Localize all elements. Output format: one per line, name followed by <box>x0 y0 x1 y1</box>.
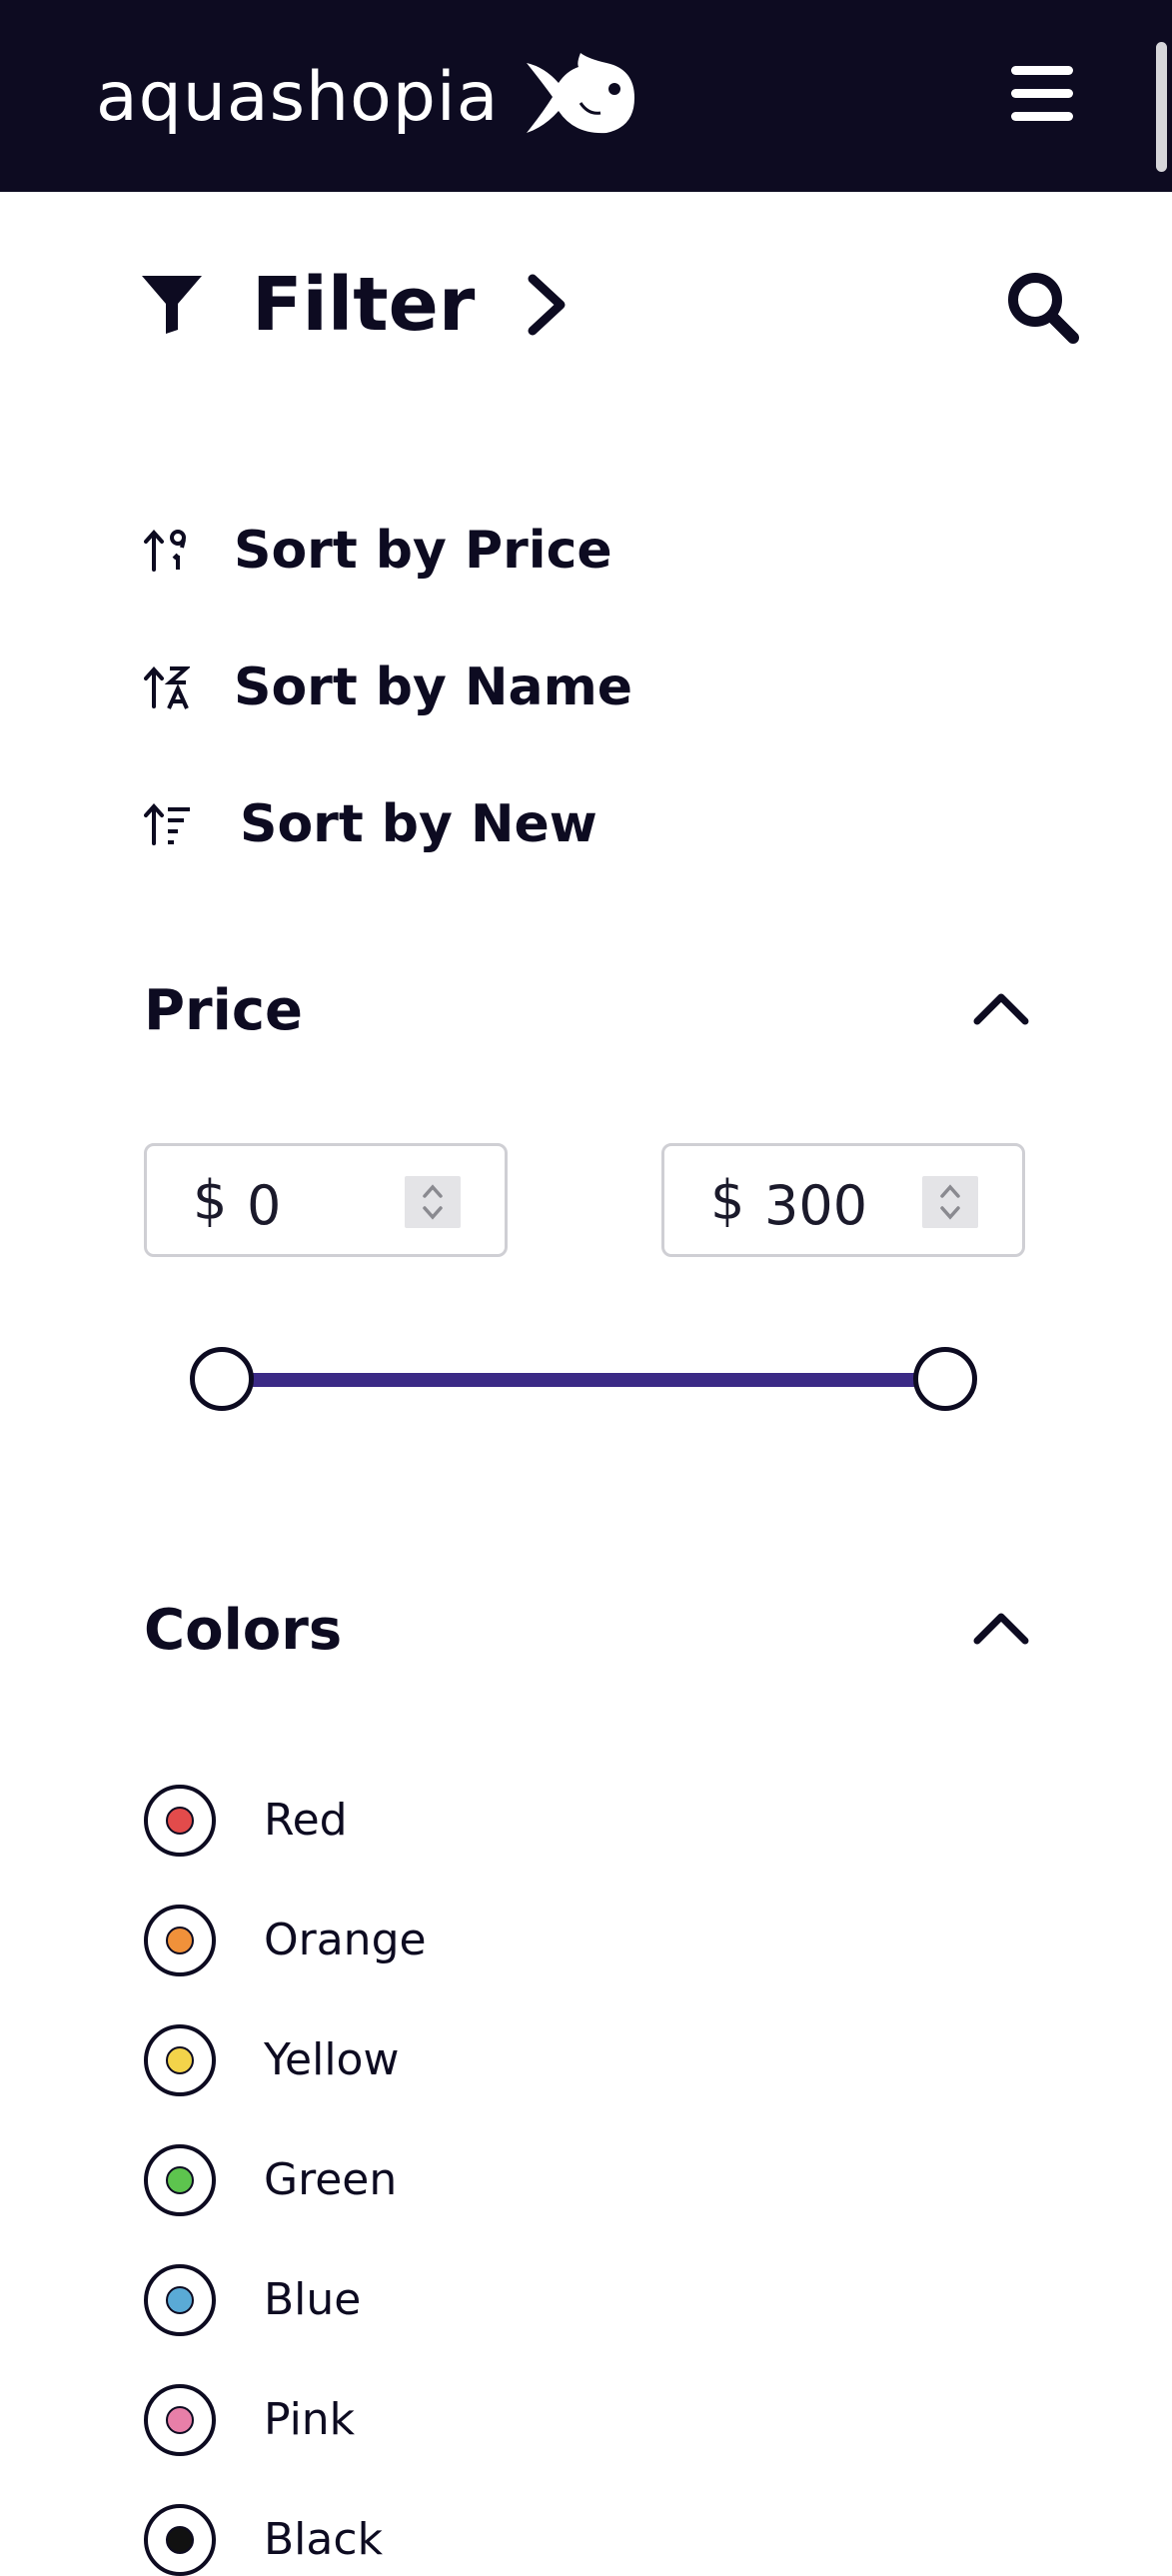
color-option-orange[interactable]: Orange <box>144 1905 427 1976</box>
color-radio[interactable] <box>144 1785 216 1857</box>
min-price-field[interactable]: $ <box>144 1143 508 1257</box>
fish-icon <box>527 53 635 134</box>
max-price-field[interactable]: $ <box>661 1143 1025 1257</box>
color-radio[interactable] <box>144 1905 216 1976</box>
price-range-track[interactable] <box>224 1373 947 1387</box>
chevron-right-icon <box>528 274 566 336</box>
color-label: Green <box>264 2154 398 2205</box>
price-range-max-handle[interactable] <box>913 1347 977 1411</box>
site-header: aquashopia <box>0 0 1172 192</box>
color-label: Black <box>264 2514 384 2565</box>
color-radio[interactable] <box>144 2264 216 2336</box>
min-price-input[interactable] <box>247 1174 407 1237</box>
brand-name: aquashopia <box>96 58 500 137</box>
price-collapse-button[interactable] <box>971 989 1031 1029</box>
chevron-up-icon <box>973 993 1029 1025</box>
color-radio[interactable] <box>144 2384 216 2456</box>
brand-logo-link[interactable]: aquashopia <box>96 53 636 138</box>
hamburger-menu-icon-bar-top <box>1011 66 1073 75</box>
color-swatch <box>166 2406 194 2434</box>
color-label: Yellow <box>264 2034 400 2085</box>
color-swatch <box>166 1927 194 1954</box>
search-button[interactable] <box>1005 270 1079 344</box>
search-icon <box>1008 273 1079 344</box>
sort-alpha-icon <box>144 665 190 709</box>
color-radio[interactable] <box>144 2024 216 2096</box>
sort-by-name-option[interactable]: Sort by Name <box>144 652 632 722</box>
color-swatch <box>166 1807 194 1835</box>
chevron-up-icon <box>973 1613 1029 1645</box>
colors-collapse-button[interactable] <box>971 1609 1031 1649</box>
stepper-arrows-icon <box>940 1184 960 1220</box>
color-radio[interactable] <box>144 2144 216 2216</box>
color-option-red[interactable]: Red <box>144 1785 348 1857</box>
color-radio[interactable] <box>144 2504 216 2576</box>
max-price-input[interactable] <box>764 1174 924 1237</box>
filter-toggle-button[interactable]: Filter <box>140 260 569 350</box>
color-label: Orange <box>264 1915 427 1965</box>
hamburger-menu-button[interactable] <box>1009 62 1079 124</box>
filter-label: Filter <box>252 262 476 348</box>
currency-symbol: $ <box>710 1169 745 1232</box>
min-price-stepper[interactable] <box>405 1176 461 1228</box>
price-section-title: Price <box>144 978 304 1043</box>
price-range-min-handle[interactable] <box>190 1347 254 1411</box>
color-label: Blue <box>264 2274 362 2325</box>
sort-by-price-label: Sort by Price <box>234 521 612 581</box>
color-option-blue[interactable]: Blue <box>144 2264 361 2336</box>
sort-lines-icon <box>144 802 190 845</box>
color-option-yellow[interactable]: Yellow <box>144 2024 399 2096</box>
currency-symbol: $ <box>193 1169 228 1232</box>
color-option-green[interactable]: Green <box>144 2144 397 2216</box>
sort-by-new-option[interactable]: Sort by New <box>144 789 597 859</box>
sort-numeric-icon <box>144 529 186 572</box>
color-option-black[interactable]: Black <box>144 2504 383 2576</box>
hamburger-menu-icon-bar-middle <box>1011 89 1073 98</box>
funnel-icon <box>142 276 202 334</box>
colors-section-title: Colors <box>144 1598 343 1663</box>
color-swatch <box>166 2286 194 2314</box>
page-scrollbar[interactable] <box>1156 42 1167 172</box>
sort-by-name-label: Sort by Name <box>234 657 633 717</box>
color-label: Red <box>264 1795 348 1846</box>
color-swatch <box>166 2046 194 2074</box>
color-swatch <box>166 2526 194 2554</box>
color-label: Pink <box>264 2394 356 2445</box>
hamburger-menu-icon-bar-bottom <box>1011 112 1073 121</box>
max-price-stepper[interactable] <box>922 1176 978 1228</box>
sort-by-new-label: Sort by New <box>240 794 597 854</box>
sort-by-price-option[interactable]: Sort by Price <box>144 516 612 586</box>
stepper-arrows-icon <box>423 1184 443 1220</box>
color-option-pink[interactable]: Pink <box>144 2384 355 2456</box>
color-swatch <box>166 2166 194 2194</box>
